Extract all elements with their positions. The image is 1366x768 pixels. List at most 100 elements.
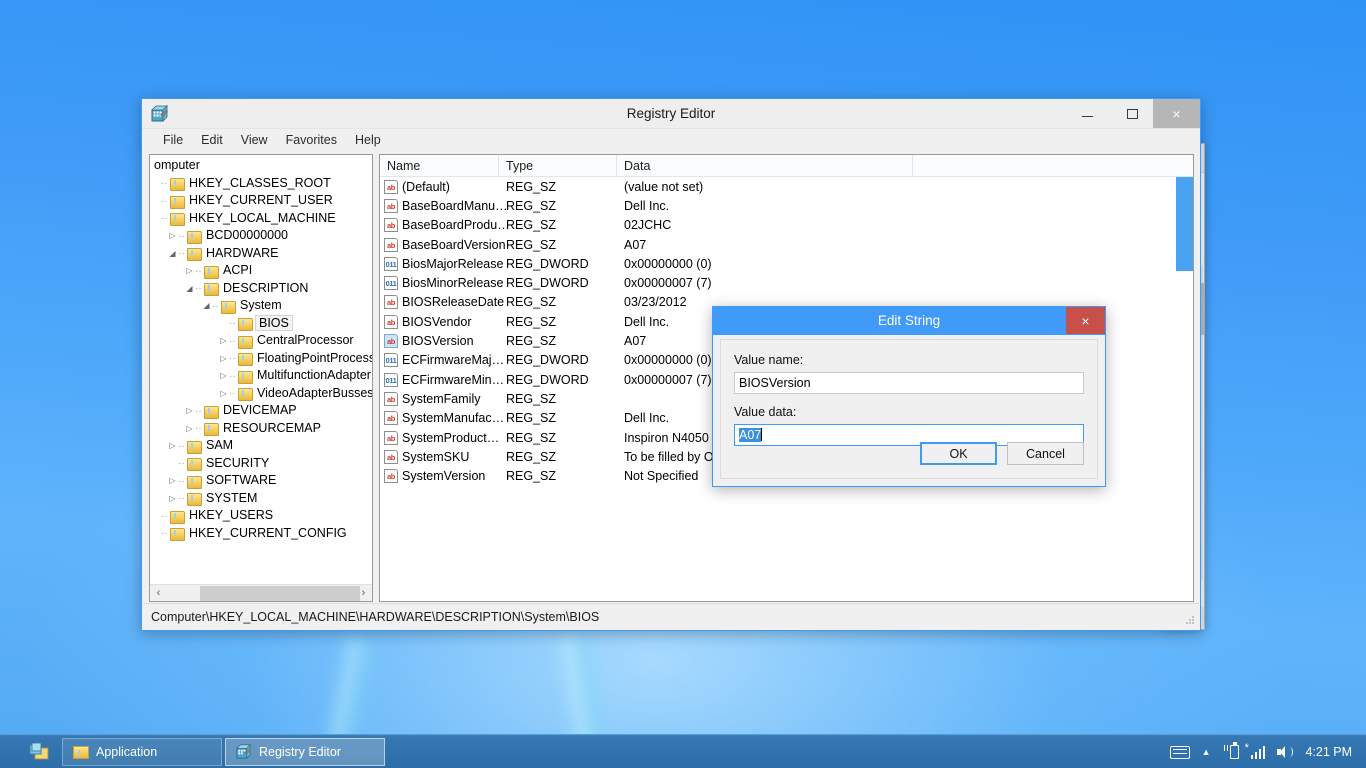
tree-item-system[interactable]: ◢ ·· System <box>150 297 372 315</box>
tree-item-label: BCD00000000 <box>206 228 289 242</box>
value-name: BiosMajorRelease <box>402 256 504 271</box>
list-vertical-scrollbar[interactable] <box>1176 177 1193 601</box>
tree-item-devicemap[interactable]: ▷ ·· DEVICEMAP <box>150 402 372 420</box>
resize-grip[interactable] <box>1185 615 1196 626</box>
tree-expander-icon[interactable]: ◢ <box>167 245 178 263</box>
scroll-right-icon[interactable]: › <box>355 585 372 601</box>
tree-expander-icon[interactable]: ▷ <box>218 332 229 350</box>
speaker-icon[interactable] <box>1277 745 1294 759</box>
table-row[interactable]: ab BaseBoardVersion REG_SZ A07 <box>380 235 1193 254</box>
folder-icon <box>187 230 202 244</box>
tree-guide-line: ·· <box>195 265 202 277</box>
tree-item-hkey-classes-root[interactable]: ·· HKEY_CLASSES_ROOT <box>150 175 372 193</box>
folder-icon <box>187 475 202 489</box>
column-header-data[interactable]: Data <box>617 155 913 176</box>
minimize-button[interactable] <box>1065 99 1110 128</box>
cell-data: 0x00000000 (0) <box>624 256 712 271</box>
value-name: BaseBoardVersion <box>402 237 506 252</box>
cell-name: ab SystemProduct… <box>380 430 499 445</box>
menu-edit[interactable]: Edit <box>192 131 232 149</box>
tree-item-hardware[interactable]: ◢ ·· HARDWARE <box>150 245 372 263</box>
tree-item-hkey-users[interactable]: ·· HKEY_USERS <box>150 507 372 525</box>
tree-item-software[interactable]: ▷ ·· SOFTWARE <box>150 472 372 490</box>
table-row[interactable]: ab BaseBoardManu… REG_SZ Dell Inc. <box>380 196 1193 215</box>
close-button[interactable]: × <box>1153 99 1200 128</box>
table-row[interactable]: 011 BiosMinorRelease REG_DWORD 0x00000007 (… <box>380 273 1193 292</box>
tree-item-system[interactable]: ▷ ·· SYSTEM <box>150 490 372 508</box>
tree-item-acpi[interactable]: ▷ ·· ACPI <box>150 262 372 280</box>
tree-expander-icon[interactable]: ◢ <box>184 280 195 298</box>
tree-item-sam[interactable]: ▷ ·· SAM <box>150 437 372 455</box>
tree-item-hkey-current-config[interactable]: ·· HKEY_CURRENT_CONFIG <box>150 525 372 543</box>
tree-expander-icon[interactable]: ▷ <box>167 437 178 455</box>
tree-expander-icon[interactable]: ▷ <box>184 402 195 420</box>
value-name: SystemManufac… <box>402 411 505 426</box>
title-bar[interactable]: Registry Editor × <box>142 99 1200 129</box>
tree-item-hkey-local-machine[interactable]: ·· HKEY_LOCAL_MACHINE <box>150 210 372 228</box>
scrollbar-thumb[interactable] <box>1176 177 1193 271</box>
tree-guide-line: ·· <box>161 528 168 539</box>
menu-favorites[interactable]: Favorites <box>277 131 346 149</box>
cancel-button[interactable]: Cancel <box>1007 442 1084 465</box>
show-desktop-icon[interactable] <box>28 743 50 761</box>
folder-icon <box>204 282 219 297</box>
tree-item-description[interactable]: ◢ ·· DESCRIPTION <box>150 280 372 298</box>
value-name-field[interactable]: BIOSVersion <box>734 372 1084 394</box>
tree-expander-icon[interactable]: ▷ <box>184 420 195 438</box>
scroll-left-icon[interactable]: ‹ <box>150 585 167 601</box>
cell-name: ab BIOSVersion <box>380 334 499 349</box>
tree-horizontal-scrollbar[interactable]: ‹ › <box>150 584 372 601</box>
tree-item-hkey-current-user[interactable]: ·· HKEY_CURRENT_USER <box>150 192 372 210</box>
wifi-signal-icon[interactable] <box>1245 742 1266 759</box>
column-header-name[interactable]: Name <box>380 155 499 176</box>
menu-view[interactable]: View <box>232 131 277 149</box>
menu-help[interactable]: Help <box>346 131 390 149</box>
status-bar: Computer\HKEY_LOCAL_MACHINE\HARDWARE\DES… <box>143 603 1199 629</box>
folder-icon <box>204 422 219 437</box>
tree-expander-icon[interactable]: ▷ <box>184 262 195 280</box>
tree-item-resourcemap[interactable]: ▷ ·· RESOURCEMAP <box>150 420 372 438</box>
keyboard-icon[interactable] <box>1169 745 1190 759</box>
menu-file[interactable]: File <box>154 131 192 149</box>
tree-item-label: HKEY_CURRENT_USER <box>189 193 333 207</box>
tray-overflow-icon[interactable]: ▲ <box>1202 747 1211 757</box>
battery-charging-icon[interactable] <box>1223 742 1239 759</box>
dialog-close-button[interactable]: × <box>1066 307 1105 334</box>
edit-string-dialog[interactable]: Edit String × Value name: BIOSVersion Va… <box>712 306 1106 487</box>
string-value-icon: ab <box>384 218 398 233</box>
tree-item-videoadapterbusses[interactable]: ▷ ·· VideoAdapterBusses <box>150 385 372 403</box>
table-row[interactable]: ab BaseBoardProdu… REG_SZ 02JCHC <box>380 216 1193 235</box>
dialog-title-bar[interactable]: Edit String × <box>713 307 1105 335</box>
tree-expander-icon[interactable]: ▷ <box>167 472 178 490</box>
scrollbar-thumb[interactable] <box>200 586 360 601</box>
registry-tree[interactable]: omputer ·· HKEY_CLASSES_ROOT ·· HKEY_CURREN… <box>150 155 372 584</box>
taskbar[interactable]: Application Registry Editor ▲ 4:21 PM <box>0 734 1366 768</box>
maximize-button[interactable] <box>1110 99 1155 128</box>
ok-button[interactable]: OK <box>920 442 997 465</box>
tree-item-floatingpointprocessor[interactable]: ▷·· FloatingPointProcessor <box>150 350 372 368</box>
tree-item-security[interactable]: ·· SECURITY <box>150 455 372 473</box>
tree-item-label: MultifunctionAdapter <box>257 368 371 382</box>
tree-expander-icon[interactable]: ▷ <box>218 385 229 403</box>
tree-item-centralprocessor[interactable]: ▷ ·· CentralProcessor <box>150 332 372 350</box>
tree-item-multifunctionadapter[interactable]: ▷ ·· MultifunctionAdapter <box>150 367 372 385</box>
tree-item-bios[interactable]: ·· BIOS <box>150 315 372 333</box>
taskbar-item-application[interactable]: Application <box>62 738 222 766</box>
tree-expander-icon[interactable]: ▷ <box>167 490 178 508</box>
desktop-background[interactable]: × ? ⌃ ⌄ <box>0 0 1366 768</box>
table-row[interactable]: 011 BiosMajorRelease REG_DWORD 0x00000000 (… <box>380 254 1193 273</box>
tree-item-bcd00000000[interactable]: ▷ ·· BCD00000000 <box>150 227 372 245</box>
window-title: Registry Editor <box>626 106 716 121</box>
value-name-label: Value name: <box>734 353 804 367</box>
registry-tree-pane[interactable]: omputer ·· HKEY_CLASSES_ROOT ·· HKEY_CURREN… <box>149 154 373 602</box>
tree-expander-icon[interactable]: ▷ <box>218 367 229 385</box>
taskbar-item-registry-editor[interactable]: Registry Editor <box>225 738 385 766</box>
clock[interactable]: 4:21 PM <box>1305 745 1352 759</box>
column-header-type[interactable]: Type <box>499 155 617 176</box>
table-row[interactable]: ab (Default) REG_SZ (value not set) <box>380 177 1193 196</box>
tree-expander-icon[interactable]: ▷ <box>167 227 178 245</box>
cell-name: ab (Default) <box>380 179 499 194</box>
tree-expander-icon[interactable]: ◢ <box>201 297 212 315</box>
tree-root[interactable]: omputer <box>150 157 372 175</box>
tree-expander-icon[interactable]: ▷ <box>218 350 229 368</box>
